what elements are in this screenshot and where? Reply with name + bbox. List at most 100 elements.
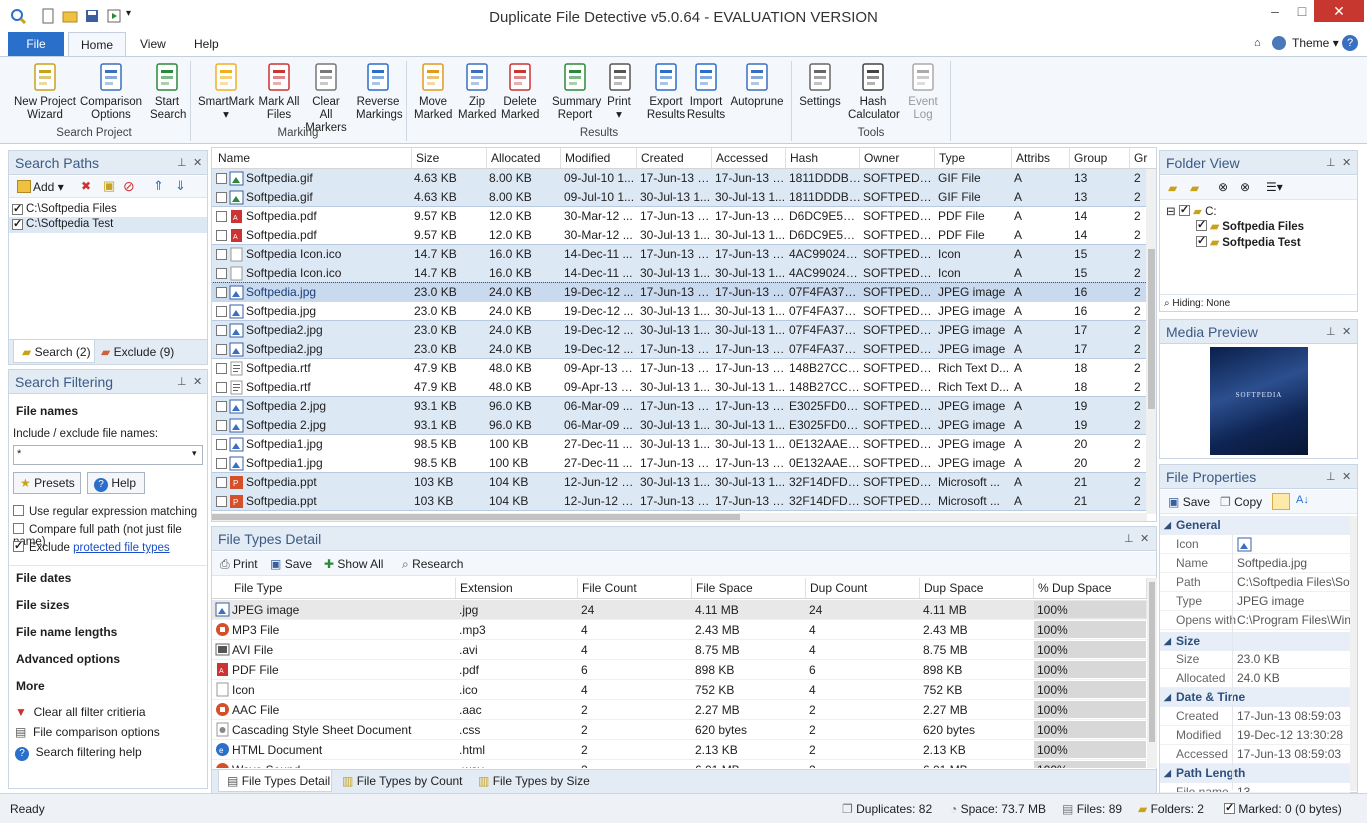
table-row[interactable]: P Softpedia.ppt 103 KB 104 KB 12-Jun-12 1...… xyxy=(212,473,1147,492)
clear-filter-link[interactable]: ▼ Clear all filter critieria xyxy=(15,705,146,719)
row-checkbox[interactable] xyxy=(216,382,227,393)
table-row[interactable]: Softpedia.gif 4.63 KB 8.00 KB 09-Jul-10 1..… xyxy=(212,169,1147,188)
categorize-icon[interactable] xyxy=(1272,493,1290,510)
column-header[interactable]: Attribs xyxy=(1012,148,1070,168)
column-header[interactable]: Hash xyxy=(786,148,860,168)
table-row[interactable]: Softpedia1.jpg 98.5 KB 100 KB 27-Dec-11 ...… xyxy=(212,454,1147,473)
save-button[interactable]: ▣ Save xyxy=(1168,495,1210,509)
tab-search[interactable]: ▰ Search (2) xyxy=(13,340,95,363)
property-category[interactable]: ◢ General xyxy=(1160,516,1350,535)
column-header[interactable]: Created xyxy=(637,148,712,168)
autoprune-button[interactable]: Autoprune xyxy=(728,61,786,109)
pin-icon[interactable]: ⊥ xyxy=(1326,470,1336,483)
search-path-item[interactable]: C:\Softpedia Test xyxy=(9,217,207,233)
column-header[interactable]: File Count xyxy=(578,578,692,598)
theme-menu[interactable]: Theme ▾ xyxy=(1292,36,1339,50)
clear-all-button[interactable]: Clear All Markers xyxy=(305,61,347,135)
table-row[interactable]: Wave Sound .wav 2 6.01 MB 2 6.01 MB 100% xyxy=(212,760,1147,768)
search-path-item[interactable]: C:\Softpedia Files xyxy=(9,202,207,218)
comparison-options-link[interactable]: ▤ File comparison options xyxy=(15,725,160,739)
row-checkbox[interactable] xyxy=(216,344,227,355)
table-row[interactable]: Softpedia.jpg 23.0 KB 24.0 KB 19-Dec-12 ...… xyxy=(212,302,1147,321)
column-header[interactable]: Accessed xyxy=(712,148,786,168)
row-checkbox[interactable] xyxy=(216,458,227,469)
collapse-ribbon-icon[interactable]: ⌂ xyxy=(1254,37,1261,49)
path-checkbox[interactable] xyxy=(12,217,23,230)
table-row[interactable]: Cascading Style Sheet Document .css 2 620 b… xyxy=(212,720,1147,740)
table-row[interactable]: A Softpedia.pdf 9.57 KB 12.0 KB 30-Mar-12 ..… xyxy=(212,207,1147,226)
print-button[interactable]: ⎙ Print xyxy=(220,557,258,572)
lock-icon[interactable]: ▣ xyxy=(103,178,115,194)
save-button[interactable]: ▣ Save xyxy=(270,557,312,571)
table-row[interactable]: A PDF File .pdf 6 898 KB 6 898 KB 100% xyxy=(212,660,1147,680)
block-icon[interactable]: ⊘ xyxy=(123,178,135,195)
name-lengths-heading[interactable]: File name lengths xyxy=(16,625,117,639)
pin-icon[interactable]: ⊥ xyxy=(1326,156,1336,169)
table-row[interactable]: JPEG image .jpg 24 4.11 MB 24 4.11 MB 100% xyxy=(212,600,1147,620)
row-checkbox[interactable] xyxy=(216,230,227,241)
column-header[interactable]: Owner xyxy=(860,148,935,168)
column-header[interactable]: Extension xyxy=(456,578,578,598)
column-header[interactable]: Gr xyxy=(1130,148,1156,168)
zip-button[interactable]: Zip Marked xyxy=(458,61,496,122)
horizontal-scrollbar[interactable] xyxy=(212,513,1147,521)
help-button[interactable]: ? Help xyxy=(87,472,145,494)
folder-item[interactable]: ▰ Softpedia Test xyxy=(1196,234,1301,249)
chevron-down-icon[interactable]: ▾ xyxy=(192,448,197,459)
minimize-button[interactable]: – xyxy=(1260,0,1290,22)
vertical-scrollbar[interactable] xyxy=(1146,169,1156,514)
table-row[interactable]: A Softpedia.pdf 9.57 KB 12.0 KB 30-Mar-12 ..… xyxy=(212,226,1147,245)
close-icon[interactable]: ✕ xyxy=(1140,532,1149,545)
settings-button[interactable]: Settings xyxy=(798,61,842,109)
table-row[interactable]: Softpedia Icon.ico 14.7 KB 16.0 KB 14-Dec-1… xyxy=(212,245,1147,264)
row-checkbox[interactable] xyxy=(216,192,227,203)
vertical-scrollbar[interactable] xyxy=(1350,516,1357,791)
regex-option[interactable]: Use regular expression matching xyxy=(13,504,197,518)
tree-options-icon[interactable]: ☰▾ xyxy=(1266,180,1283,194)
property-category[interactable]: ◢ Date & Time xyxy=(1160,688,1350,707)
delete-button[interactable]: Delete Marked xyxy=(501,61,539,122)
pin-icon[interactable]: ⊥ xyxy=(1326,325,1336,338)
row-checkbox[interactable] xyxy=(216,173,227,184)
include-input[interactable]: * ▾ xyxy=(13,445,203,465)
column-header[interactable]: % Dup Space xyxy=(1034,578,1147,598)
table-row[interactable]: Softpedia2.jpg 23.0 KB 24.0 KB 19-Dec-12 ..… xyxy=(212,321,1147,340)
move-button[interactable]: Move Marked xyxy=(414,61,452,122)
table-row[interactable]: Softpedia1.jpg 98.5 KB 100 KB 27-Dec-11 ...… xyxy=(212,435,1147,454)
table-row[interactable]: Softpedia Icon.ico 14.7 KB 16.0 KB 14-Dec-1… xyxy=(212,264,1147,283)
row-checkbox[interactable] xyxy=(216,363,227,374)
remove-icon[interactable]: ✖ xyxy=(81,179,91,193)
close-button[interactable]: ✕ xyxy=(1314,0,1364,22)
new-project-button[interactable]: New Project Wizard xyxy=(14,61,76,122)
table-row[interactable]: Icon .ico 4 752 KB 4 752 KB 100% xyxy=(212,680,1147,700)
folder-icon[interactable]: ▰ xyxy=(1168,181,1177,195)
column-header[interactable]: Allocated xyxy=(487,148,561,168)
comparison-button[interactable]: Comparison Options xyxy=(80,61,142,122)
folder-remove-icon[interactable]: ▰ xyxy=(1190,181,1199,195)
column-header[interactable]: Size xyxy=(412,148,487,168)
advanced-options-heading[interactable]: Advanced options xyxy=(16,652,120,666)
pin-icon[interactable]: ⊥ xyxy=(177,156,187,169)
research-button[interactable]: ⌕ Research xyxy=(402,557,463,572)
column-header[interactable]: Type xyxy=(935,148,1012,168)
start-button[interactable]: Start Search xyxy=(150,61,186,122)
reverse-button[interactable]: Reverse Markings xyxy=(356,61,403,122)
tab-help[interactable]: Help xyxy=(182,32,231,56)
row-checkbox[interactable] xyxy=(216,287,227,298)
table-row[interactable]: Softpedia.gif 4.63 KB 8.00 KB 09-Jul-10 1..… xyxy=(212,188,1147,207)
path-checkbox[interactable] xyxy=(12,202,23,215)
presets-button[interactable]: ★ Presets xyxy=(13,472,81,494)
column-header[interactable]: Dup Space xyxy=(920,578,1034,598)
maximize-button[interactable]: □ xyxy=(1287,0,1317,22)
folder-root[interactable]: ⊟ ▰ C: xyxy=(1166,203,1217,218)
table-row[interactable]: P Softpedia.ppt 103 KB 104 KB 12-Jun-12 1...… xyxy=(212,492,1147,511)
table-row[interactable]: MP3 File .mp3 4 2.43 MB 4 2.43 MB 100% xyxy=(212,620,1147,640)
row-checkbox[interactable] xyxy=(216,420,227,431)
filter-help-link[interactable]: ? Search filtering help xyxy=(15,745,142,761)
close-icon[interactable]: ✕ xyxy=(193,156,202,169)
row-checkbox[interactable] xyxy=(216,268,227,279)
column-header[interactable]: Name xyxy=(214,148,412,168)
tab-exclude[interactable]: ▰ Exclude (9) xyxy=(101,345,174,359)
sort-az-icon[interactable]: A↓ xyxy=(1296,494,1309,506)
show-all-button[interactable]: ✚ Show All xyxy=(324,557,383,571)
